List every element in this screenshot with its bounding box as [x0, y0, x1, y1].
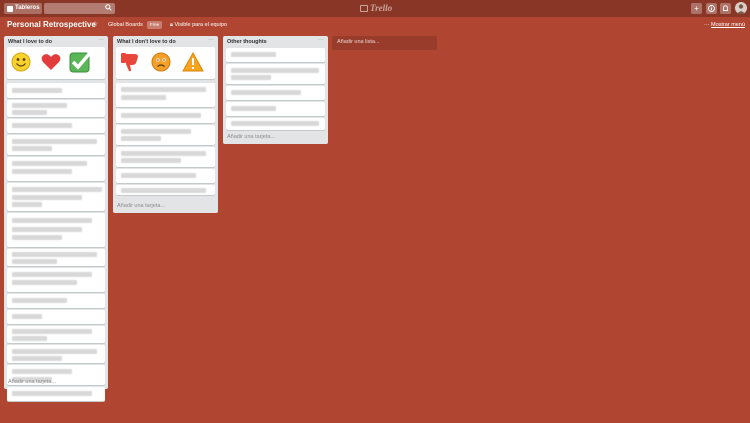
checkmark-icon [69, 51, 91, 73]
list-card[interactable] [226, 118, 325, 130]
add-list-label: Añadir una lista... [337, 39, 380, 45]
show-menu-label: Mostrar menú [711, 22, 745, 28]
list-card[interactable] [226, 48, 325, 62]
org-name[interactable]: Global Boards [108, 21, 143, 29]
list-what-i-dont-love[interactable]: What I don't love to do ··· Añadir una t… [113, 36, 218, 213]
top-header: Tableros Trello + [0, 0, 750, 17]
list-card[interactable] [116, 83, 215, 107]
list-card[interactable] [7, 83, 105, 98]
star-icon[interactable]: ☆ [92, 20, 98, 30]
search-icon[interactable] [105, 4, 112, 11]
frowning-face-icon [151, 52, 171, 72]
boards-icon [7, 5, 13, 12]
warning-icon [182, 52, 204, 72]
bell-icon[interactable] [720, 3, 731, 14]
more-icon: ··· [704, 22, 710, 28]
emoji-card[interactable] [7, 47, 105, 79]
list-title[interactable]: Other thoughts [227, 39, 267, 46]
visibility-label: Visible para el equipo [174, 22, 227, 28]
list-menu-icon[interactable]: ··· [98, 37, 104, 44]
add-button[interactable]: + [691, 3, 702, 14]
list-menu-icon[interactable]: ··· [208, 37, 214, 44]
list-card[interactable] [7, 119, 105, 133]
smiley-icon [11, 52, 31, 72]
thumbs-down-icon [120, 51, 140, 73]
boards-label: Tableros [15, 5, 40, 11]
boards-button[interactable]: Tableros [4, 3, 42, 14]
org-plan-badge: Free [147, 21, 163, 29]
list-card[interactable] [7, 326, 105, 343]
logo-icon [360, 5, 368, 12]
add-card-link[interactable]: Añadir una tarjeta... [8, 379, 56, 386]
trello-logo[interactable]: Trello [360, 3, 392, 14]
list-card[interactable] [7, 345, 105, 363]
list-card[interactable] [7, 183, 105, 211]
board-title[interactable]: Personal Retrospective [7, 20, 96, 30]
user-avatar[interactable] [735, 2, 747, 14]
list-card[interactable] [7, 268, 105, 292]
list-card[interactable] [226, 64, 325, 84]
list-card[interactable] [226, 102, 325, 116]
list-card[interactable] [116, 185, 215, 195]
logo-text: Trello [370, 3, 393, 13]
add-card-link[interactable]: Añadir una tarjeta... [117, 203, 165, 210]
show-menu-link[interactable]: ··· Mostrar menú [704, 21, 745, 29]
heart-icon [41, 53, 61, 71]
list-title[interactable]: What I don't love to do [117, 39, 176, 46]
list-card[interactable] [116, 109, 215, 123]
list-card[interactable] [7, 100, 105, 117]
list-card[interactable] [116, 147, 215, 167]
add-list-button[interactable]: Añadir una lista... [332, 36, 437, 50]
info-icon[interactable] [706, 3, 717, 14]
list-card[interactable] [116, 169, 215, 183]
list-menu-icon[interactable]: ··· [318, 37, 324, 44]
list-card[interactable] [7, 213, 105, 247]
list-card[interactable] [7, 294, 105, 308]
list-card[interactable] [7, 249, 105, 266]
list-card[interactable] [7, 135, 105, 155]
list-other-thoughts[interactable]: Other thoughts ··· Añadir una tarjeta... [223, 36, 328, 144]
visibility-toggle[interactable]: 🔒︎ Visible para el equipo [170, 21, 227, 29]
list-what-i-love[interactable]: What I love to do ··· Añadir una tarjeta… [4, 36, 108, 401]
search-input[interactable] [44, 3, 115, 14]
emoji-card[interactable] [116, 47, 215, 79]
list-card[interactable] [116, 125, 215, 145]
list-card[interactable] [7, 387, 105, 401]
list-title[interactable]: What I love to do [8, 39, 52, 46]
list-card[interactable] [7, 157, 105, 181]
add-card-link[interactable]: Añadir una tarjeta... [227, 134, 275, 141]
list-card[interactable] [226, 86, 325, 100]
list-card[interactable] [7, 310, 105, 324]
